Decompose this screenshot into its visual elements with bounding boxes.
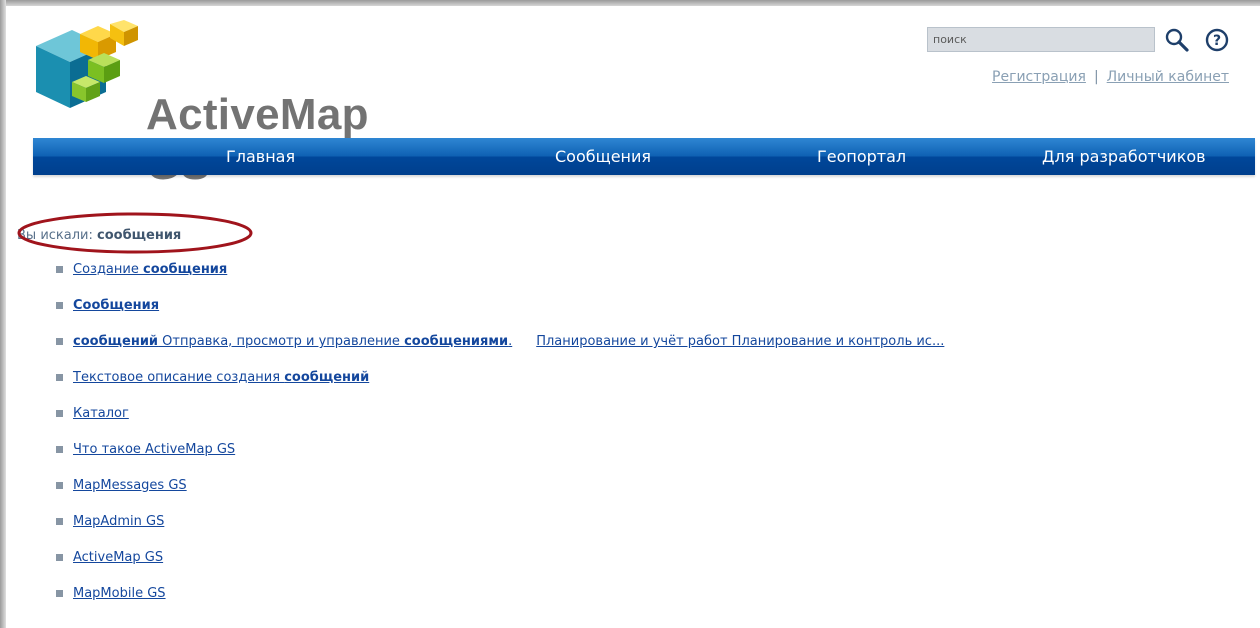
result-item: MapMessages GS xyxy=(54,476,944,512)
result-text: MapAdmin GS xyxy=(73,514,165,529)
search-query-term: сообщения xyxy=(97,228,182,243)
bullet-square-icon xyxy=(56,410,63,417)
help-icon: ? xyxy=(1205,28,1229,52)
result-text: Создание xyxy=(73,262,143,277)
result-link[interactable]: MapAdmin GS xyxy=(73,514,164,529)
result-highlight: сообщения xyxy=(142,262,228,277)
result-text: Отправка, просмотр и управление xyxy=(158,334,405,349)
search-query-prefix: Вы искали: xyxy=(17,228,97,243)
result-link[interactable]: Текстовое описание создания сообщений xyxy=(73,370,369,385)
result-item: ActiveMap GS xyxy=(54,548,944,584)
svg-text:?: ? xyxy=(1213,33,1221,49)
result-item: Текстовое описание создания сообщений xyxy=(54,368,944,404)
result-link[interactable]: сообщений Отправка, просмотр и управлени… xyxy=(73,334,944,349)
bullet-square-icon xyxy=(56,266,63,273)
logo[interactable]: ActiveMap GS xyxy=(28,20,418,189)
result-item: Сообщения xyxy=(54,296,944,332)
result-text: Планирование и учёт работ Планирование и… xyxy=(536,334,945,349)
bullet-square-icon xyxy=(56,446,63,453)
result-text: MapMessages GS xyxy=(73,478,187,493)
result-text: ActiveMap GS xyxy=(73,550,164,565)
magnifier-icon xyxy=(1165,28,1189,52)
result-link[interactable]: Что такое ActiveMap GS xyxy=(73,442,235,457)
result-text: Что такое ActiveMap GS xyxy=(73,442,236,457)
bullet-square-icon xyxy=(56,302,63,309)
bullet-square-icon xyxy=(56,554,63,561)
result-link[interactable]: MapMessages GS xyxy=(73,478,187,493)
bullet-square-icon xyxy=(56,374,63,381)
result-item: MapMobile GS xyxy=(54,584,944,620)
result-item: сообщений Отправка, просмотр и управлени… xyxy=(54,332,944,368)
result-text: Каталог xyxy=(73,406,129,421)
result-text: Текстовое описание создания xyxy=(73,370,285,385)
result-link[interactable]: Каталог xyxy=(73,406,129,421)
window-frame-left xyxy=(0,0,6,628)
bullet-square-icon xyxy=(56,338,63,345)
result-item: MapAdmin GS xyxy=(54,512,944,548)
search-button[interactable] xyxy=(1164,27,1190,53)
logo-cubes-icon xyxy=(36,20,138,108)
result-item: Что такое ActiveMap GS xyxy=(54,440,944,476)
personal-cabinet-link[interactable]: Личный кабинет xyxy=(1107,69,1229,85)
result-item: Создание сообщения xyxy=(54,260,944,296)
result-link[interactable]: ActiveMap GS xyxy=(73,550,163,565)
result-link[interactable]: MapMobile GS xyxy=(73,586,166,601)
bullet-square-icon xyxy=(56,482,63,489)
search-query-label: Вы искали: сообщения xyxy=(17,228,181,243)
search-results-list: Создание сообщения Сообщения сообщений Отп… xyxy=(54,260,944,620)
result-highlight: сообщениями xyxy=(404,334,509,349)
bullet-square-icon xyxy=(56,590,63,597)
window-frame-top xyxy=(0,0,1260,6)
nav-item-home[interactable]: Главная xyxy=(226,138,295,175)
help-button[interactable]: ? xyxy=(1205,28,1229,52)
nav-item-developers[interactable]: Для разработчиков xyxy=(1042,138,1206,175)
result-text: . xyxy=(508,334,513,349)
register-link[interactable]: Регистрация xyxy=(992,69,1086,85)
main-nav: Главная Сообщения Геопортал Для разработ… xyxy=(33,138,1255,175)
user-links: Регистрация | Личный кабинет xyxy=(992,69,1229,85)
result-text: MapMobile GS xyxy=(73,586,166,601)
bullet-square-icon xyxy=(56,518,63,525)
links-separator: | xyxy=(1093,69,1099,85)
result-item: Каталог xyxy=(54,404,944,440)
result-highlight: сообщений xyxy=(284,370,370,385)
result-highlight: сообщений xyxy=(73,334,159,349)
nav-item-messages[interactable]: Сообщения xyxy=(555,138,651,175)
search-input[interactable] xyxy=(927,27,1155,52)
result-link[interactable]: Сообщения xyxy=(73,298,159,313)
result-highlight: Сообщения xyxy=(73,298,160,313)
nav-item-geoportal[interactable]: Геопортал xyxy=(817,138,906,175)
result-link[interactable]: Создание сообщения xyxy=(73,262,227,277)
